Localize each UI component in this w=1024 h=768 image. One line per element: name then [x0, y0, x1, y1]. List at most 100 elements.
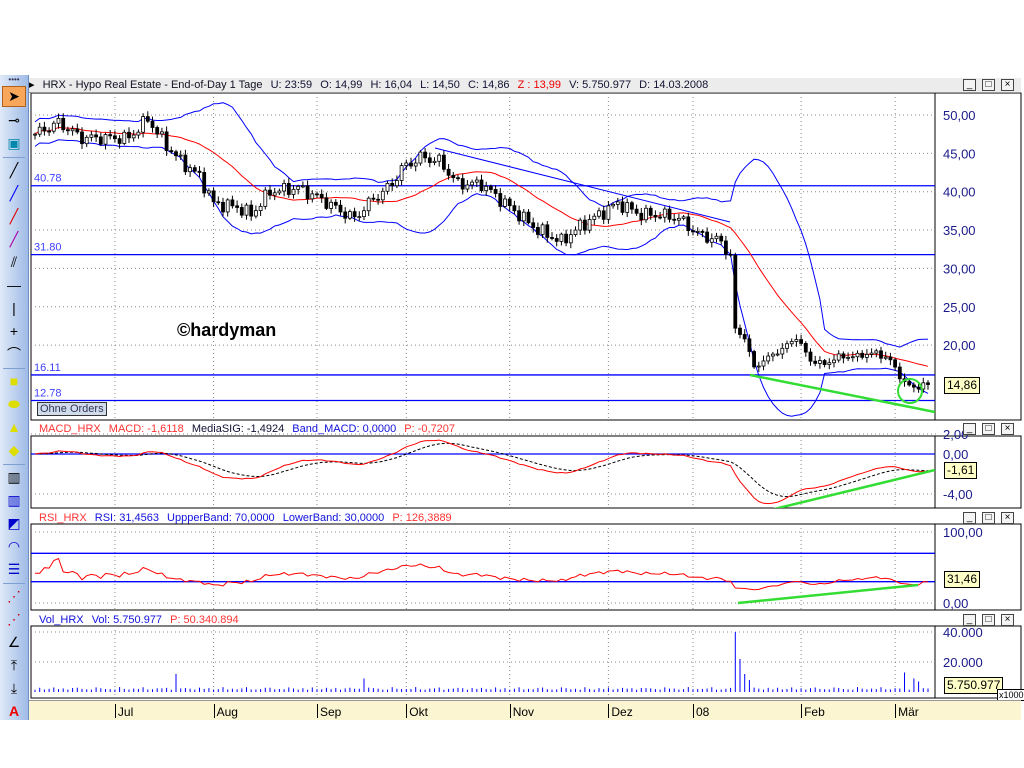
candle-body — [283, 183, 286, 191]
window-controls: _ □ × — [962, 78, 1019, 92]
candle-body — [269, 190, 272, 195]
macd-band-value: Band_MACD: 0,0000 — [292, 423, 396, 435]
candle-body — [649, 208, 652, 215]
y-tick-label: 25,00 — [943, 300, 976, 315]
candle-body — [81, 132, 84, 144]
date-label: Mär — [895, 704, 919, 718]
candle-body — [34, 134, 37, 135]
candle-body — [325, 198, 328, 209]
candle-body — [391, 183, 394, 185]
macd-signal-value: MediaSIG: -1,4924 — [192, 423, 284, 435]
maximize-icon[interactable]: □ — [982, 512, 995, 524]
candle-body — [156, 127, 159, 133]
date-label: Okt — [406, 704, 428, 718]
candle-body — [790, 341, 793, 343]
last-macd-box: -1,61 — [944, 462, 977, 479]
candle-body — [372, 198, 375, 199]
candle-body — [715, 236, 718, 238]
candle-body — [739, 328, 742, 334]
candle-body — [165, 132, 168, 151]
close-icon[interactable]: × — [1001, 79, 1014, 91]
candle-body — [90, 135, 93, 137]
candle-body — [386, 183, 389, 191]
rsi-upper-band: UppperBand: 70,0000 — [167, 512, 275, 524]
candle-body — [626, 203, 629, 213]
candle-body — [297, 186, 300, 189]
candle-body — [757, 366, 760, 367]
candle-body — [706, 232, 709, 242]
maximize-icon[interactable]: □ — [982, 614, 995, 626]
candle-body — [870, 353, 873, 354]
candle-body — [560, 234, 563, 241]
candle-body — [480, 180, 483, 191]
candle-body — [833, 360, 836, 363]
candle-body — [363, 211, 366, 217]
candle-body — [48, 131, 51, 132]
minimize-icon[interactable]: _ — [963, 79, 976, 91]
minimize-icon[interactable]: _ — [963, 423, 976, 435]
candle-body — [452, 175, 455, 177]
minimize-icon[interactable]: _ — [963, 512, 976, 524]
candle-body — [424, 152, 427, 158]
candle-body — [175, 152, 178, 156]
candle-body — [123, 132, 126, 143]
candle-body — [278, 191, 281, 193]
candle-body — [428, 158, 431, 163]
close-icon[interactable]: × — [1001, 423, 1014, 435]
chart-canvas[interactable]: 50,0045,0040,0035,0030,0025,0020,002,000… — [0, 0, 1024, 768]
level-label: 40.78 — [34, 173, 62, 185]
candle-body — [217, 202, 220, 203]
close-icon[interactable]: × — [1001, 512, 1014, 524]
candle-body — [71, 129, 74, 131]
expand-arrow-icon[interactable]: ▸ — [29, 79, 35, 91]
candle-body — [226, 200, 229, 212]
candle-body — [668, 209, 671, 219]
candle-body — [414, 163, 417, 166]
y-tick-label: 35,00 — [943, 223, 976, 238]
candle-body — [795, 340, 798, 342]
candle-body — [654, 215, 657, 217]
last-rsi-box: 31,46 — [944, 571, 980, 588]
y-tick-label: 20.000 — [943, 655, 983, 670]
candle-body — [621, 202, 624, 213]
maximize-icon[interactable]: □ — [982, 423, 995, 435]
orders-toggle-button[interactable]: Ohne Orders — [37, 402, 107, 416]
y-tick-label: -4,00 — [943, 487, 973, 502]
macd-p-value: P: -0,7207 — [404, 423, 455, 435]
candle-body — [189, 168, 192, 172]
candle-body — [311, 194, 314, 199]
candle-body — [734, 255, 737, 328]
candle-body — [184, 155, 187, 172]
low-value: L: 14,50 — [420, 79, 460, 91]
level-label: 16.11 — [34, 362, 61, 374]
candle-body — [612, 204, 615, 205]
candle-body — [113, 136, 116, 139]
candle-body — [52, 123, 55, 131]
candle-body — [555, 239, 558, 242]
candle-body — [250, 205, 253, 216]
candle-body — [179, 155, 182, 156]
macd-name: MACD_HRX — [39, 423, 101, 435]
candle-body — [823, 361, 826, 365]
time-value: U: 23:59 — [271, 79, 313, 91]
minimize-icon[interactable]: _ — [963, 614, 976, 626]
candle-body — [861, 353, 864, 357]
candle-body — [377, 199, 380, 200]
candle-body — [400, 166, 403, 181]
symbol-title: HRX - Hypo Real Estate - End-of-Day 1 Ta… — [43, 79, 263, 91]
candle-body — [729, 254, 732, 255]
candle-body — [565, 234, 568, 243]
window-controls: _ □ × — [962, 422, 1019, 436]
candle-body — [57, 118, 60, 123]
close-value: C: 14,86 — [468, 79, 510, 91]
last-price-box: 14,86 — [944, 377, 980, 394]
candle-body — [607, 206, 610, 219]
candle-body — [771, 354, 774, 356]
rsi-panel-header: RSI_HRX RSI: 31,4563 UppperBand: 70,0000… — [29, 511, 1021, 525]
candle-body — [292, 189, 295, 194]
maximize-icon[interactable]: □ — [982, 79, 995, 91]
volume-panel-header: Vol_HRX Vol: 5.750.977 P: 50.340.894 _□× — [29, 613, 1021, 627]
candle-body — [254, 211, 257, 216]
candle-body — [66, 130, 69, 131]
close-icon[interactable]: × — [1001, 614, 1014, 626]
